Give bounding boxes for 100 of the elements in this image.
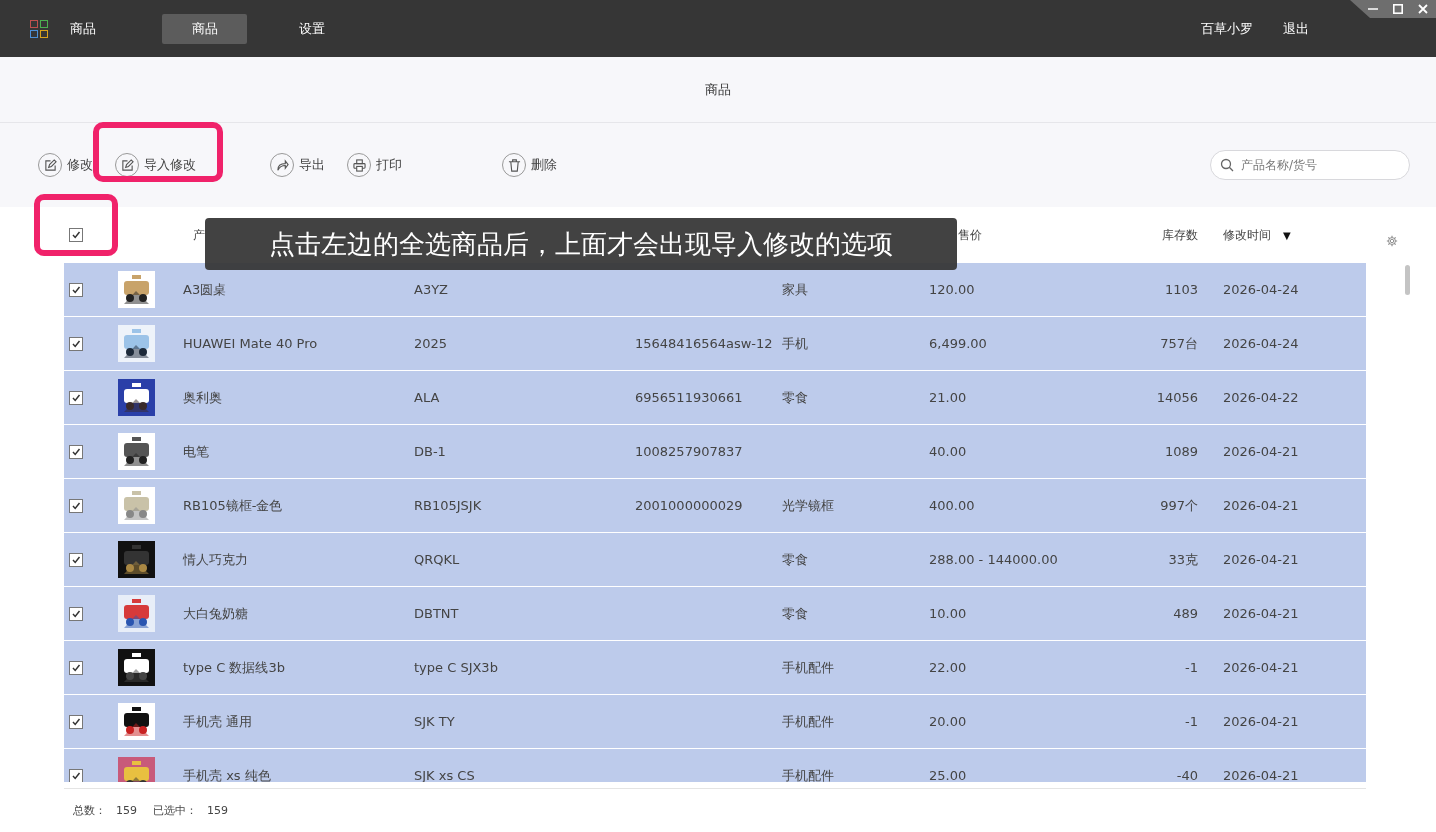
table-row[interactable]: 大白兔奶糖 DBTNT 零食 10.00 489 2026-04-21 xyxy=(64,587,1366,641)
edit-icon xyxy=(43,158,57,172)
stock: 1089 xyxy=(1164,444,1198,459)
product-name: 奥利奥 xyxy=(183,388,222,407)
product-name: 手机壳 通用 xyxy=(183,712,253,731)
price: 6,499.00 xyxy=(929,336,987,351)
product-name: RB105镜框-金色 xyxy=(183,496,283,515)
column-header: 售价 xyxy=(958,226,982,244)
table-row[interactable]: 手机壳 通用 SJK TY 手机配件 20.00 -1 2026-04-21 xyxy=(64,695,1366,749)
barcode: 2001000000029 xyxy=(635,498,743,513)
nav-tab[interactable]: 设置 xyxy=(269,13,354,44)
product-code: type C SJX3b xyxy=(414,660,498,675)
table-row[interactable]: 情人巧克力 QRQKL 零食 288.00 - 144000.00 33克 2026-04-21 xyxy=(64,533,1366,587)
price: 21.00 xyxy=(929,390,967,405)
settings-icon[interactable] xyxy=(1386,235,1398,247)
toolbar-button[interactable]: 导出 xyxy=(270,153,325,177)
column-header[interactable]: 修改时间 xyxy=(1223,226,1271,244)
table-row[interactable]: 电笔 DB-1 1008257907837 40.00 1089 2026-04-21 xyxy=(64,425,1366,479)
modified-date: 2026-04-21 xyxy=(1223,768,1299,782)
product-code: QRQKL xyxy=(414,552,460,567)
search-field[interactable]: 产品名称/货号 xyxy=(1210,150,1410,180)
category: 手机配件 xyxy=(782,658,834,677)
toolbar-button[interactable]: 打印 xyxy=(347,153,402,177)
row-checkbox[interactable] xyxy=(69,552,83,567)
scrollbar-thumb[interactable] xyxy=(1405,265,1410,295)
category: 零食 xyxy=(782,388,808,407)
table-row[interactable]: A3圆桌 A3YZ 家具 120.00 1103 2026-04-24 xyxy=(64,263,1366,317)
toolbar-button[interactable]: 修改 xyxy=(38,153,93,177)
modified-date: 2026-04-24 xyxy=(1223,336,1299,351)
table-row[interactable]: 奥利奥 ALA 6956511930661 零食 21.00 14056 2026-04-22 xyxy=(64,371,1366,425)
table-row[interactable]: type C 数据线3b type C SJX3b 手机配件 22.00 -1 2026-04-21 xyxy=(64,641,1366,695)
modified-date: 2026-04-21 xyxy=(1223,444,1299,459)
column-header: 库存数 xyxy=(1162,226,1198,244)
product-name: 大白兔奶糖 xyxy=(183,604,248,623)
total-label: 总数： xyxy=(73,803,106,818)
product-code: DB-1 xyxy=(414,444,446,459)
barcode: 15648416564asw-12 xyxy=(635,336,773,351)
edit-icon xyxy=(120,158,134,172)
price: 10.00 xyxy=(929,606,967,621)
modified-date: 2026-04-21 xyxy=(1223,498,1299,513)
app-name: 商品 xyxy=(70,19,96,38)
product-code: 2025 xyxy=(414,336,448,351)
user-name[interactable]: 百草小罗 xyxy=(1201,19,1253,38)
table-row[interactable]: RB105镜框-金色 RB105JSJK 2001000000029 光学镜框 400.00 997个 2026-04-21 xyxy=(64,479,1366,533)
row-checkbox[interactable] xyxy=(69,390,83,405)
logout-link[interactable]: 退出 xyxy=(1283,19,1309,38)
product-name: HUAWEI Mate 40 Pro xyxy=(183,336,318,351)
row-checkbox[interactable] xyxy=(69,660,83,675)
product-name: A3圆桌 xyxy=(183,280,227,299)
row-checkbox[interactable] xyxy=(69,768,83,782)
print-icon xyxy=(352,158,366,172)
modified-date: 2026-04-22 xyxy=(1223,390,1299,405)
row-checkbox[interactable] xyxy=(69,714,83,729)
row-checkbox[interactable] xyxy=(69,498,83,513)
category: 零食 xyxy=(782,604,808,623)
product-name: 情人巧克力 xyxy=(183,550,248,569)
price: 20.00 xyxy=(929,714,967,729)
stock: 1103 xyxy=(1164,282,1198,297)
modified-date: 2026-04-21 xyxy=(1223,714,1299,729)
row-checkbox[interactable] xyxy=(69,336,83,351)
nav-tab[interactable]: 商品 xyxy=(162,13,247,44)
total-count: 159 xyxy=(116,804,137,817)
close-icon[interactable] xyxy=(1418,4,1429,14)
stock: -1 xyxy=(1185,660,1198,675)
category: 光学镜框 xyxy=(782,496,834,515)
modified-date: 2026-04-24 xyxy=(1223,282,1299,297)
row-checkbox[interactable] xyxy=(69,606,83,621)
product-code: DBTNT xyxy=(414,606,459,621)
toolbar-button[interactable]: 删除 xyxy=(502,153,557,177)
app-logo-icon xyxy=(30,19,48,38)
modified-date: 2026-04-21 xyxy=(1223,552,1299,567)
column-header: 产 xyxy=(193,226,205,244)
share-icon xyxy=(275,158,289,172)
toolbar-button[interactable]: 导入修改 xyxy=(115,153,196,177)
stock: -1 xyxy=(1185,714,1198,729)
table-row[interactable]: 手机壳 xs 纯色 SJK xs CS 手机配件 25.00 -40 2026-04-21 xyxy=(64,749,1366,782)
row-checkbox[interactable] xyxy=(69,444,83,459)
product-code: A3YZ xyxy=(414,282,448,297)
product-name: 电笔 xyxy=(183,442,209,461)
product-code: SJK TY xyxy=(414,714,455,729)
select-all-checkbox[interactable] xyxy=(69,228,83,242)
modified-date: 2026-04-21 xyxy=(1223,606,1299,621)
annotation-caption: 点击左边的全选商品后，上面才会出现导入修改的选项 xyxy=(205,218,957,270)
selected-label: 已选中： xyxy=(153,803,197,818)
sort-indicator[interactable]: ▼ xyxy=(1283,229,1291,241)
page-title: 商品 xyxy=(705,80,731,99)
maximize-icon[interactable] xyxy=(1393,4,1403,14)
stock: 757台 xyxy=(1160,334,1198,353)
category: 手机配件 xyxy=(782,766,834,782)
trash-icon xyxy=(507,158,521,172)
product-code: RB105JSJK xyxy=(414,498,482,513)
product-code: ALA xyxy=(414,390,440,405)
table-row[interactable]: HUAWEI Mate 40 Pro 2025 15648416564asw-12 手机 6,499.00 757台 2026-04-24 xyxy=(64,317,1366,371)
price: 22.00 xyxy=(929,660,967,675)
row-checkbox[interactable] xyxy=(69,282,83,297)
category: 家具 xyxy=(782,280,808,299)
price: 288.00 - 144000.00 xyxy=(929,552,1058,567)
selected-count: 159 xyxy=(207,804,228,817)
stock: 14056 xyxy=(1156,390,1198,405)
barcode: 6956511930661 xyxy=(635,390,743,405)
